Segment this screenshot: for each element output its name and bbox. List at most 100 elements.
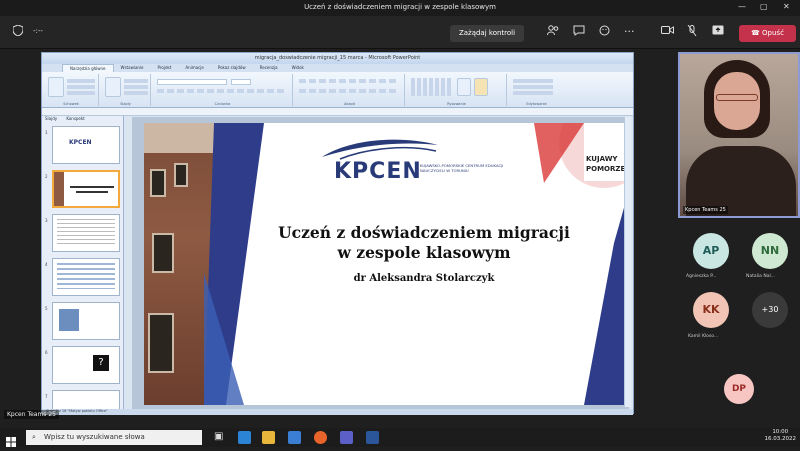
region-line2: POMORZE — [586, 165, 626, 173]
paragraph-buttons-row2[interactable] — [299, 89, 399, 93]
video-glasses — [716, 94, 758, 101]
thumb-image — [54, 172, 64, 206]
task-view-icon[interactable]: ▣ — [214, 431, 223, 442]
new-slide-icon[interactable] — [105, 77, 121, 97]
slide-thumbnail[interactable]: KPCEN — [52, 126, 120, 164]
slide-thumbnail-selected[interactable] — [52, 170, 120, 208]
participant-video[interactable]: Kpcen Teams 25 — [678, 52, 800, 218]
thumb-text — [57, 219, 115, 245]
ppt-tab-slideshow[interactable]: Pokaz slajdów — [211, 64, 253, 72]
request-control-button[interactable]: Zażądaj kontroli — [450, 25, 524, 42]
kpcen-logo: KPCEN — [334, 159, 422, 184]
slide-thumbnail[interactable] — [52, 302, 120, 340]
ppt-status-bar: Slajd 2 z 16 "Motyw pakietu Office" — [42, 409, 633, 415]
taskbar-search-input[interactable]: Wpisz tu wyszukiwane słowa — [26, 430, 202, 445]
leave-label: Opuść — [762, 29, 784, 37]
thumb-logo: KPCEN — [69, 139, 92, 146]
mic-muted-icon[interactable] — [687, 24, 697, 40]
reactions-icon[interactable] — [599, 25, 610, 39]
ribbon-group-label: Rysowanie — [447, 102, 466, 106]
ppt-tab-design[interactable]: Projekt — [151, 64, 179, 72]
slide-thumbnail[interactable] — [52, 214, 120, 252]
slide-thumbnail[interactable] — [52, 258, 120, 296]
ribbon-group-label: Czcionka — [214, 102, 231, 106]
paragraph-buttons-row1[interactable] — [299, 79, 399, 83]
leave-button[interactable]: ☎ Opuść — [739, 25, 796, 42]
photo-window — [152, 233, 174, 273]
font-format-buttons[interactable] — [157, 89, 287, 93]
edge-icon[interactable] — [238, 431, 251, 444]
ribbon-group-label: Akapit — [343, 102, 356, 106]
thumb-number: 4 — [45, 262, 48, 267]
chat-icon[interactable] — [573, 25, 585, 39]
tab-slides[interactable]: Slajdy — [45, 116, 57, 121]
shared-powerpoint-window: migracja_doswiadczenie migracji_15 marca… — [41, 52, 634, 415]
thumb-number: 6 — [45, 350, 48, 355]
participants-icon[interactable] — [547, 25, 559, 39]
thumb-image — [59, 309, 79, 331]
ribbon-group-drawing: Rysowanie — [407, 74, 507, 106]
meeting-toolbar: -:-- ··· — [0, 16, 800, 49]
share-icon[interactable] — [712, 25, 724, 39]
shield-icon — [12, 24, 24, 39]
arrange-icon[interactable] — [457, 78, 471, 96]
more-participants-button[interactable]: +30 — [752, 292, 788, 328]
window-titlebar: Uczeń z doświadczeniem migracji w zespol… — [0, 0, 800, 16]
close-button[interactable]: ✕ — [783, 2, 790, 11]
avatar-ap[interactable]: AP — [693, 233, 729, 269]
firefox-icon[interactable] — [314, 431, 327, 444]
replace-item[interactable] — [513, 85, 553, 89]
slide-editing-area: KPCEN KUJAWSKO-POMORSKIE CENTRUM EDUKACJ… — [132, 117, 631, 409]
ppt-tab-insert[interactable]: Wstawianie — [114, 64, 151, 72]
meeting-timer: -:-- — [33, 27, 43, 35]
avatar-nn[interactable]: NN — [752, 233, 788, 269]
paste-icon[interactable] — [48, 77, 64, 97]
minimize-button[interactable]: — — [738, 2, 746, 11]
teams-icon[interactable] — [340, 431, 353, 444]
slide-thumbnail[interactable]: ? — [52, 346, 120, 384]
avatar-dp[interactable]: DP — [724, 374, 754, 404]
tab-outline[interactable]: Konspekt — [66, 116, 84, 121]
slide-thumbnail-pane: Slajdy Konspekt 1 KPCEN 2 3 4 5 6 ? 7 — [42, 116, 124, 415]
slide-title: Uczeń z doświadczeniem migracji w zespol… — [224, 223, 624, 263]
ppt-ruler — [42, 108, 633, 116]
ppt-tab-home[interactable]: Narzędzia główne — [62, 64, 114, 72]
camera-icon[interactable] — [661, 25, 674, 38]
maximize-button[interactable]: ▢ — [760, 2, 768, 11]
shapes-gallery[interactable] — [411, 78, 453, 96]
layout-item — [124, 79, 148, 83]
participant-name: Agnieszka P... — [686, 274, 717, 279]
ribbon-group-editing: Edytowanie — [509, 74, 564, 106]
ppt-title: migracja_doswiadczenie migracji_15 marca… — [42, 53, 633, 64]
ribbon-group-label: Schowek — [63, 102, 79, 106]
photo-window — [150, 169, 166, 197]
slide-thumbnail[interactable] — [52, 390, 120, 410]
phone-icon: ☎ — [751, 29, 763, 37]
ppt-tab-view[interactable]: Widok — [285, 64, 311, 72]
ribbon-group-slides: Slajdy — [101, 74, 151, 106]
video-face — [714, 72, 760, 130]
vertical-scrollbar[interactable] — [624, 117, 631, 407]
windows-start-icon[interactable] — [6, 432, 16, 451]
avatar-kk[interactable]: KK — [693, 292, 729, 328]
quick-styles-icon[interactable] — [474, 78, 488, 96]
ribbon-group-label: Edytowanie — [526, 102, 547, 106]
file-explorer-icon[interactable] — [262, 431, 275, 444]
store-icon[interactable] — [288, 431, 301, 444]
slide-author: dr Aleksandra Stolarczyk — [353, 273, 495, 284]
reset-item — [124, 85, 148, 89]
font-name-field[interactable] — [157, 79, 227, 85]
font-size-field[interactable] — [231, 79, 251, 85]
find-item[interactable] — [513, 79, 553, 83]
select-item[interactable] — [513, 91, 553, 95]
system-clock[interactable]: 10:00 16.03.2022 — [765, 429, 797, 443]
video-participant-name: Kpcen Teams 25 — [683, 206, 728, 214]
cut-item — [67, 79, 95, 83]
ribbon-group-paragraph: Akapit — [295, 74, 405, 106]
thumb-title-line — [76, 191, 108, 193]
word-icon[interactable] — [366, 431, 379, 444]
ppt-tab-review[interactable]: Recenzja — [253, 64, 285, 72]
ppt-tab-animations[interactable]: Animacje — [178, 64, 211, 72]
more-actions-icon[interactable]: ··· — [624, 25, 635, 38]
region-line1: KUJAWY — [586, 155, 618, 163]
